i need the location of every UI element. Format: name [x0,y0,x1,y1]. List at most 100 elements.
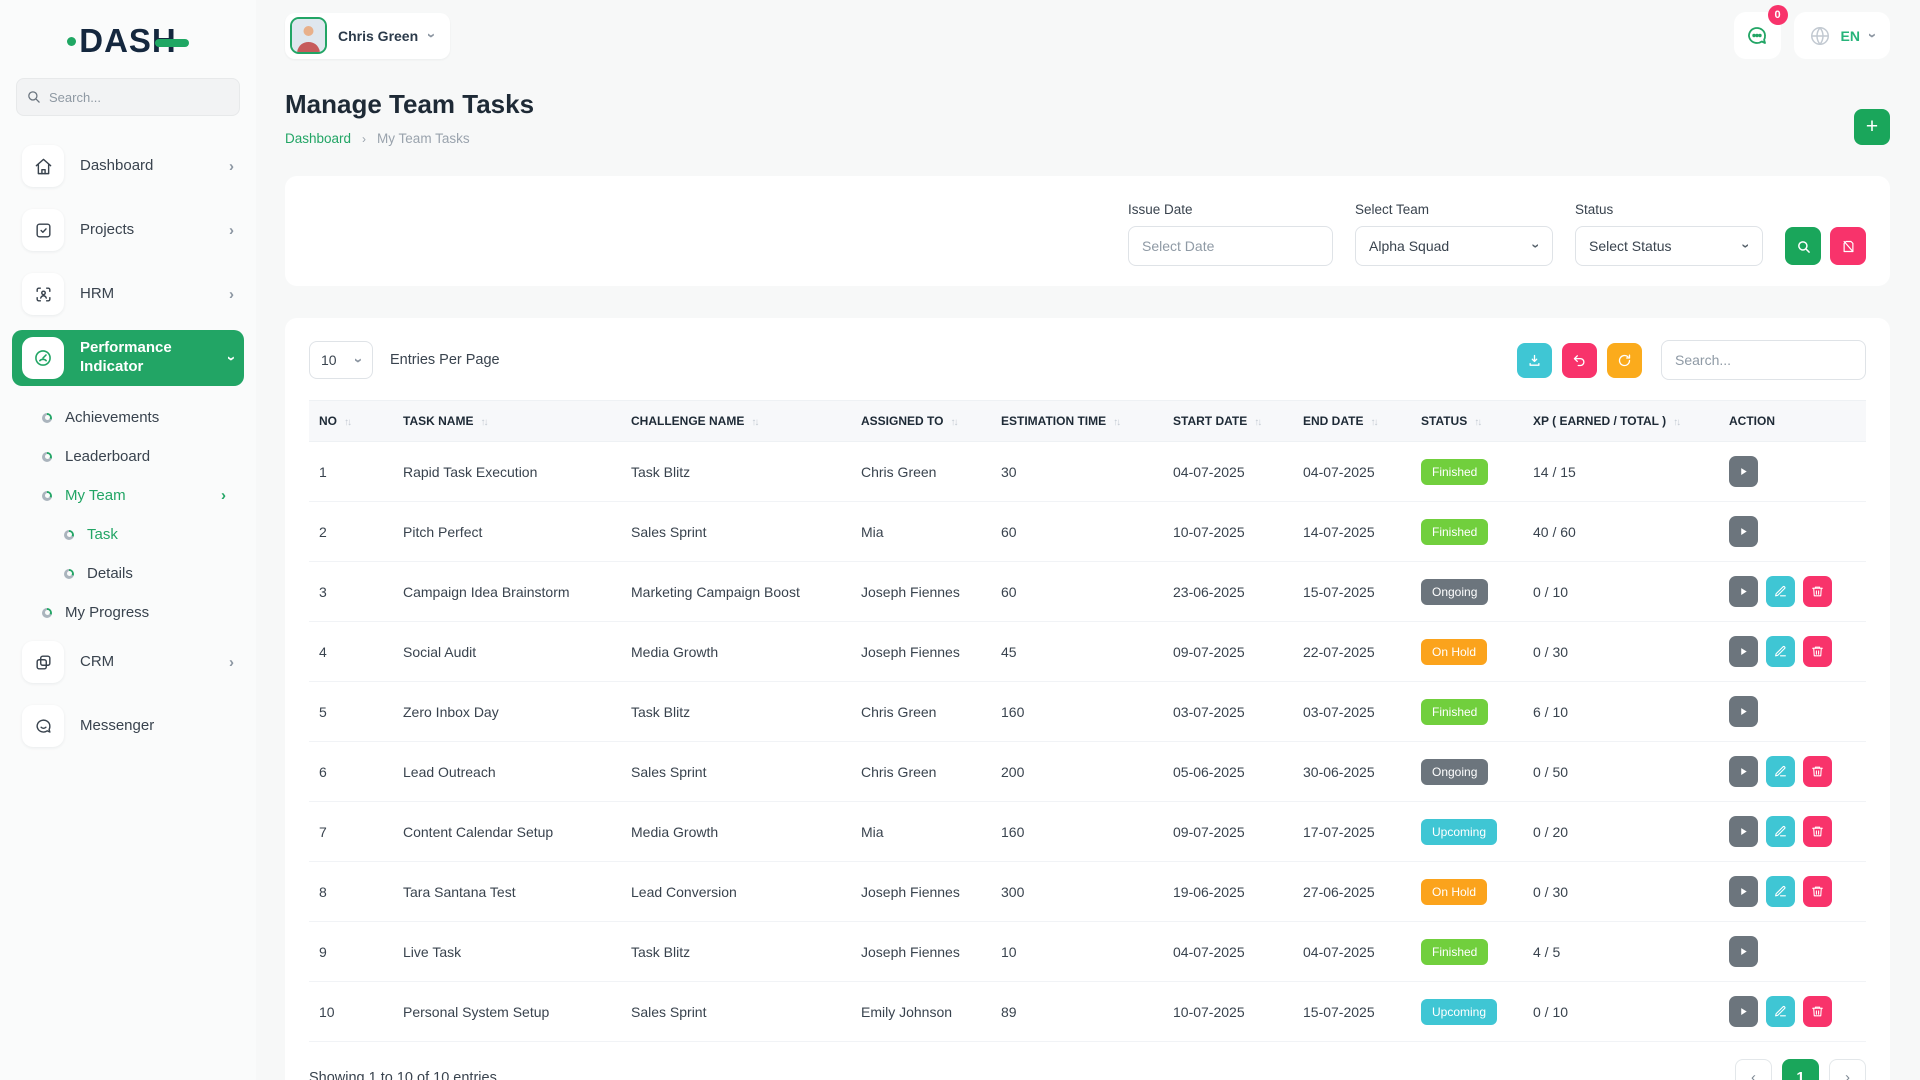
cell-challenge-name: Task Blitz [621,442,851,502]
sidebar-search [16,78,240,116]
select-team-label: Select Team [1355,202,1553,217]
table-row: 1 Rapid Task Execution Task Blitz Chris … [309,442,1866,502]
sidebar-item-messenger[interactable]: Messenger [12,698,244,754]
cell-assigned-to: Mia [851,802,991,862]
table-row: 8 Tara Santana Test Lead Conversion Jose… [309,862,1866,922]
view-task-button[interactable] [1729,516,1758,547]
user-menu[interactable]: Chris Green › [285,13,450,59]
edit-task-button[interactable] [1766,876,1795,907]
delete-task-button[interactable] [1803,576,1832,607]
bullet-icon [42,413,52,423]
entries-per-page-select[interactable]: 10 › [309,341,373,379]
sidebar-item-crm[interactable]: CRM › [12,634,244,690]
cell-estimation-time: 89 [991,982,1163,1042]
app-root: DASH Dashboard › Projects [0,0,1920,1080]
page-1-button[interactable]: 1 [1782,1059,1819,1080]
cell-start-date: 19-06-2025 [1163,862,1293,922]
table-row: 3 Campaign Idea Brainstorm Marketing Cam… [309,562,1866,622]
cell-task-name: Personal System Setup [393,982,621,1042]
sidebar-item-performance-indicator[interactable]: Performance Indicator › [12,330,244,386]
sidebar-item-my-progress[interactable]: My Progress [12,593,244,632]
delete-task-button[interactable] [1803,816,1832,847]
sidebar-item-details[interactable]: Details [12,554,244,593]
add-task-button[interactable]: + [1854,109,1890,145]
table-row: 2 Pitch Perfect Sales Sprint Mia 60 10-0… [309,502,1866,562]
view-task-button[interactable] [1729,456,1758,487]
pencil-icon [1774,585,1787,598]
cell-xp: 0 / 20 [1523,802,1719,862]
edit-task-button[interactable] [1766,636,1795,667]
breadcrumb-dashboard-link[interactable]: Dashboard [285,131,351,146]
column-header-status[interactable]: STATUS↑↓ [1411,401,1523,442]
sidebar-item-task[interactable]: Task [12,515,244,554]
view-task-button[interactable] [1729,696,1758,727]
filter-search-button[interactable] [1785,227,1821,265]
refresh-button[interactable] [1607,343,1642,378]
column-header-estimation-time[interactable]: ESTIMATION TIME↑↓ [991,401,1163,442]
column-header-challenge-name[interactable]: CHALLENGE NAME↑↓ [621,401,851,442]
delete-task-button[interactable] [1803,756,1832,787]
export-download-button[interactable] [1517,343,1552,378]
view-task-button[interactable] [1729,576,1758,607]
edit-task-button[interactable] [1766,576,1795,607]
status-select[interactable]: Select Status › [1575,226,1763,266]
chevron-right-icon: › [229,654,234,671]
column-header-task-name[interactable]: TASK NAME↑↓ [393,401,621,442]
edit-task-button[interactable] [1766,756,1795,787]
cell-no: 5 [309,682,393,742]
view-task-button[interactable] [1729,816,1758,847]
edit-task-button[interactable] [1766,816,1795,847]
cell-assigned-to: Chris Green [851,682,991,742]
messages-button[interactable]: 0 [1734,12,1781,59]
action-buttons [1729,696,1856,727]
column-header-end-date[interactable]: END DATE↑↓ [1293,401,1411,442]
table-search-input[interactable] [1661,340,1866,380]
prev-page-button[interactable]: ‹ [1735,1059,1772,1080]
cell-start-date: 04-07-2025 [1163,442,1293,502]
trash-icon [1811,645,1824,658]
column-header-no[interactable]: NO↑↓ [309,401,393,442]
chevron-right-icon: › [229,286,234,303]
cell-task-name: Zero Inbox Day [393,682,621,742]
chevron-right-icon: › [229,222,234,239]
column-header-start-date[interactable]: START DATE↑↓ [1163,401,1293,442]
view-task-button[interactable] [1729,636,1758,667]
sidebar-item-hrm[interactable]: HRM › [12,266,244,322]
status-badge: Finished [1421,519,1488,545]
undo-button[interactable] [1562,343,1597,378]
cell-xp: 14 / 15 [1523,442,1719,502]
cell-assigned-to: Joseph Fiennes [851,622,991,682]
sidebar-item-leaderboard[interactable]: Leaderboard [12,437,244,476]
view-task-button[interactable] [1729,996,1758,1027]
view-task-button[interactable] [1729,876,1758,907]
cell-no: 4 [309,622,393,682]
sidebar-item-dashboard[interactable]: Dashboard › [12,138,244,194]
cell-assigned-to: Chris Green [851,442,991,502]
issue-date-input[interactable] [1128,226,1333,266]
language-code: EN [1841,28,1860,44]
delete-task-button[interactable] [1803,876,1832,907]
cell-estimation-time: 160 [991,802,1163,862]
column-header-assigned-to[interactable]: ASSIGNED TO↑↓ [851,401,991,442]
delete-task-button[interactable] [1803,996,1832,1027]
check-square-icon [22,209,64,251]
view-task-button[interactable] [1729,756,1758,787]
filter-clear-button[interactable] [1830,227,1866,265]
sidebar-item-my-team[interactable]: My Team › [12,476,244,515]
sidebar-search-input[interactable] [16,78,240,116]
cell-start-date: 05-06-2025 [1163,742,1293,802]
view-task-button[interactable] [1729,936,1758,967]
column-header-xp[interactable]: XP ( EARNED / TOTAL )↑↓ [1523,401,1719,442]
play-icon [1738,886,1749,897]
sidebar-item-achievements[interactable]: Achievements [12,398,244,437]
edit-task-button[interactable] [1766,996,1795,1027]
cell-no: 8 [309,862,393,922]
next-page-button[interactable]: › [1829,1059,1866,1080]
breadcrumb: Dashboard › My Team Tasks [285,131,534,146]
table-row: 9 Live Task Task Blitz Joseph Fiennes 10… [309,922,1866,982]
language-selector[interactable]: EN › [1794,12,1890,59]
delete-task-button[interactable] [1803,636,1832,667]
sidebar-item-projects[interactable]: Projects › [12,202,244,258]
team-select[interactable]: Alpha Squad › [1355,226,1553,266]
play-icon [1738,586,1749,597]
